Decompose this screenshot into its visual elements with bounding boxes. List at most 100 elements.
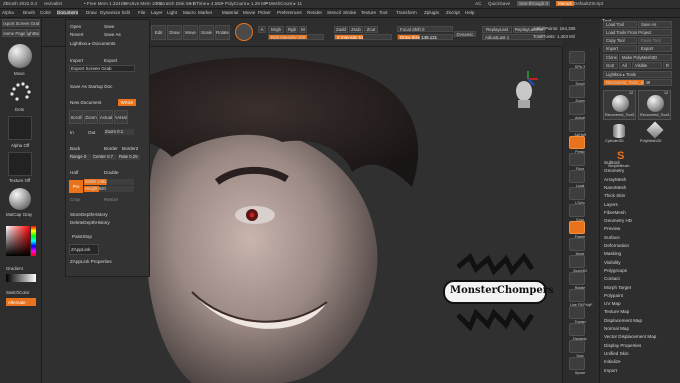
menu-stencil[interactable]: Stencil xyxy=(327,10,341,15)
shelf-frame-button[interactable]: Frame xyxy=(569,221,585,239)
shelf-move-button[interactable]: Move xyxy=(569,238,585,256)
subpalette-import[interactable]: Import xyxy=(604,368,617,373)
menu-stroke[interactable]: Stroke xyxy=(343,10,356,15)
r-button[interactable]: R xyxy=(663,62,672,69)
subpalette-contact[interactable]: Contact xyxy=(604,276,620,281)
shelf-zoom-button[interactable]: Zoom xyxy=(569,85,585,103)
border2-color-button[interactable]: Border2 xyxy=(122,146,138,151)
menu-draw[interactable]: Draw xyxy=(86,10,97,15)
shelf-solo-button[interactable]: Solo xyxy=(569,340,585,358)
m-toggle[interactable]: M xyxy=(299,26,307,33)
mrgb-toggle[interactable]: Mrgb xyxy=(268,26,284,33)
actual-button[interactable]: Actual xyxy=(99,110,113,124)
aahalf-button[interactable]: AAHalf xyxy=(114,110,128,124)
texture-thumbnail[interactable] xyxy=(8,152,32,176)
menu-marker[interactable]: Marker xyxy=(198,10,212,15)
alpha-thumbnail[interactable] xyxy=(8,116,32,140)
subpalette-masking[interactable]: Masking xyxy=(604,251,621,256)
subpalette-polygroups[interactable]: Polygroups xyxy=(604,268,627,273)
move-mode-button[interactable]: Move xyxy=(183,25,198,40)
rgb-toggle[interactable]: Rgb xyxy=(286,26,298,33)
zadd-toggle[interactable]: Zadd xyxy=(334,26,348,33)
subpalette-deformation[interactable]: Deformation xyxy=(604,243,629,248)
shelf-dynamic-button[interactable]: Dynamic xyxy=(569,323,587,341)
menu-edit[interactable]: Edit xyxy=(122,10,130,15)
lightbox-documents-button[interactable]: Lightbox ▸ Documents xyxy=(70,41,115,47)
zapplink-properties-button[interactable]: ZAppLink Properties xyxy=(70,259,112,264)
scale-mode-button[interactable]: Scale xyxy=(199,25,214,40)
tool-thumbnail-polymesh[interactable]: PolyMesh3D xyxy=(638,121,671,146)
menu-zscript[interactable]: Zscript xyxy=(446,10,460,15)
menu-macro[interactable]: Macro xyxy=(183,10,196,15)
subpalette-unified-skin[interactable]: Unified Skin xyxy=(604,351,629,356)
subpalette-geometry[interactable]: Geometry xyxy=(604,168,624,173)
current-tool-slider[interactable]: Recovered_Tool1_0. 49 xyxy=(603,79,672,86)
revert-button[interactable]: Revert xyxy=(70,32,84,37)
open-button[interactable]: Open xyxy=(70,24,81,29)
subpalette-surface[interactable]: Surface xyxy=(604,235,620,240)
pro-toggle[interactable]: Pro xyxy=(69,180,83,193)
menu-tool[interactable]: Tool xyxy=(379,10,387,15)
import-tool-button[interactable]: Import xyxy=(603,45,637,52)
subpalette-morph-target[interactable]: Morph Target xyxy=(604,285,631,290)
height-slider[interactable]: Height 920 xyxy=(84,186,134,192)
new-document-button[interactable]: New Document xyxy=(70,100,101,105)
subpalette-subtool[interactable]: Subtool xyxy=(604,160,620,165)
zoom-out-button[interactable]: Out xyxy=(88,130,95,135)
shelf-zoom3d-button[interactable]: Zoom3D xyxy=(569,255,587,273)
menu-texture[interactable]: Texture xyxy=(361,10,376,15)
center-slider[interactable]: Center 0.7 xyxy=(92,154,117,160)
make-polymesh-button[interactable]: Make PolyMesh3D xyxy=(619,54,672,61)
shelf-lsym-button[interactable]: LSym xyxy=(569,187,585,205)
shelf-xpose-button[interactable]: Xpose xyxy=(569,357,585,375)
subpalette-thick-skin[interactable]: Thick Skin xyxy=(604,193,625,198)
subpalette-uv-map[interactable]: UV Map xyxy=(604,301,621,306)
dynamic-button[interactable]: Dynamic xyxy=(454,31,476,37)
menu-help[interactable]: Help xyxy=(465,10,474,15)
paintstop-button[interactable]: PaintStop xyxy=(72,234,92,239)
menus-button[interactable]: Menus xyxy=(556,1,574,6)
width-slider[interactable]: Width 1482 xyxy=(84,179,134,185)
zoom-in-button[interactable]: In xyxy=(70,130,74,135)
menu-alpha[interactable]: Alpha xyxy=(2,10,14,15)
rate-slider[interactable]: Rate 0.25 xyxy=(118,154,140,160)
see-through-slider[interactable]: See-through 0 xyxy=(517,1,551,6)
save-as-startup-button[interactable]: Save As Startup Doc xyxy=(70,84,112,89)
store-depth-history-button[interactable]: StoreDepthHistory xyxy=(70,212,108,217)
rgb-intensity-slider[interactable]: Rgb Intensity 100 xyxy=(268,34,324,40)
menu-file[interactable]: File xyxy=(138,10,145,15)
range-slider[interactable]: Range 0 xyxy=(69,154,91,160)
subpalette-arraymesh[interactable]: ArrayMesh xyxy=(604,177,626,182)
shelf-scroll-button[interactable]: Scroll xyxy=(569,68,585,86)
shelf-floor-button[interactable]: Floor xyxy=(569,153,585,171)
z-intensity-slider[interactable]: Z Intensity 51 xyxy=(334,34,392,40)
menu-render[interactable]: Render xyxy=(307,10,322,15)
focal-shift-slider[interactable]: Focal Shift 0 xyxy=(397,26,453,32)
zoom-button[interactable]: Zoom xyxy=(84,110,98,124)
menu-movie[interactable]: Movie xyxy=(243,10,255,15)
tool-thumbnail-1[interactable]: Recovered_Tool1 12 xyxy=(603,90,636,120)
lightbox-tools-button[interactable]: Lightbox ▸ Tools xyxy=(603,71,672,78)
menu-layer[interactable]: Layer xyxy=(151,10,163,15)
subpalette-fibermesh[interactable]: FiberMesh xyxy=(604,210,626,215)
subpalette-displacement-map[interactable]: Displacement Map xyxy=(604,318,642,323)
export-screen-grab-field[interactable]: Export Screen Grab xyxy=(69,65,135,72)
quicksave-button[interactable]: QuickSave xyxy=(488,1,510,6)
visible-button[interactable]: Visible xyxy=(632,62,662,69)
scroll-button[interactable]: Scroll xyxy=(69,110,83,124)
shelf-local-button[interactable]: Local xyxy=(569,170,585,188)
delete-depth-history-button[interactable]: DeleteDepthHistory xyxy=(70,220,110,225)
subpalette-normal-map[interactable]: Normal Map xyxy=(604,326,629,331)
draw-size-slider[interactable]: Draw Size 149.121 xyxy=(397,34,453,40)
shelf-gxyz-button[interactable]: Gxyz xyxy=(569,204,585,222)
shelf-rotate-button[interactable]: Rotate xyxy=(569,272,585,290)
matcap-material-icon[interactable] xyxy=(9,188,31,210)
subpalette-geometry-hd[interactable]: Geometry HD xyxy=(604,218,632,223)
menu-zplugin[interactable]: Zplugin xyxy=(424,10,439,15)
subpalette-vector-displacement-map[interactable]: Vector Displacement Map xyxy=(604,334,656,339)
goz-button[interactable]: GoZ xyxy=(603,62,618,69)
switch-color-button[interactable]: SwitchColor xyxy=(6,290,29,295)
subpalette-texture-map[interactable]: Texture Map xyxy=(604,309,629,314)
subpalette-polypaint[interactable]: Polypaint xyxy=(604,293,623,298)
subpalette-preview[interactable]: Preview xyxy=(604,226,620,231)
